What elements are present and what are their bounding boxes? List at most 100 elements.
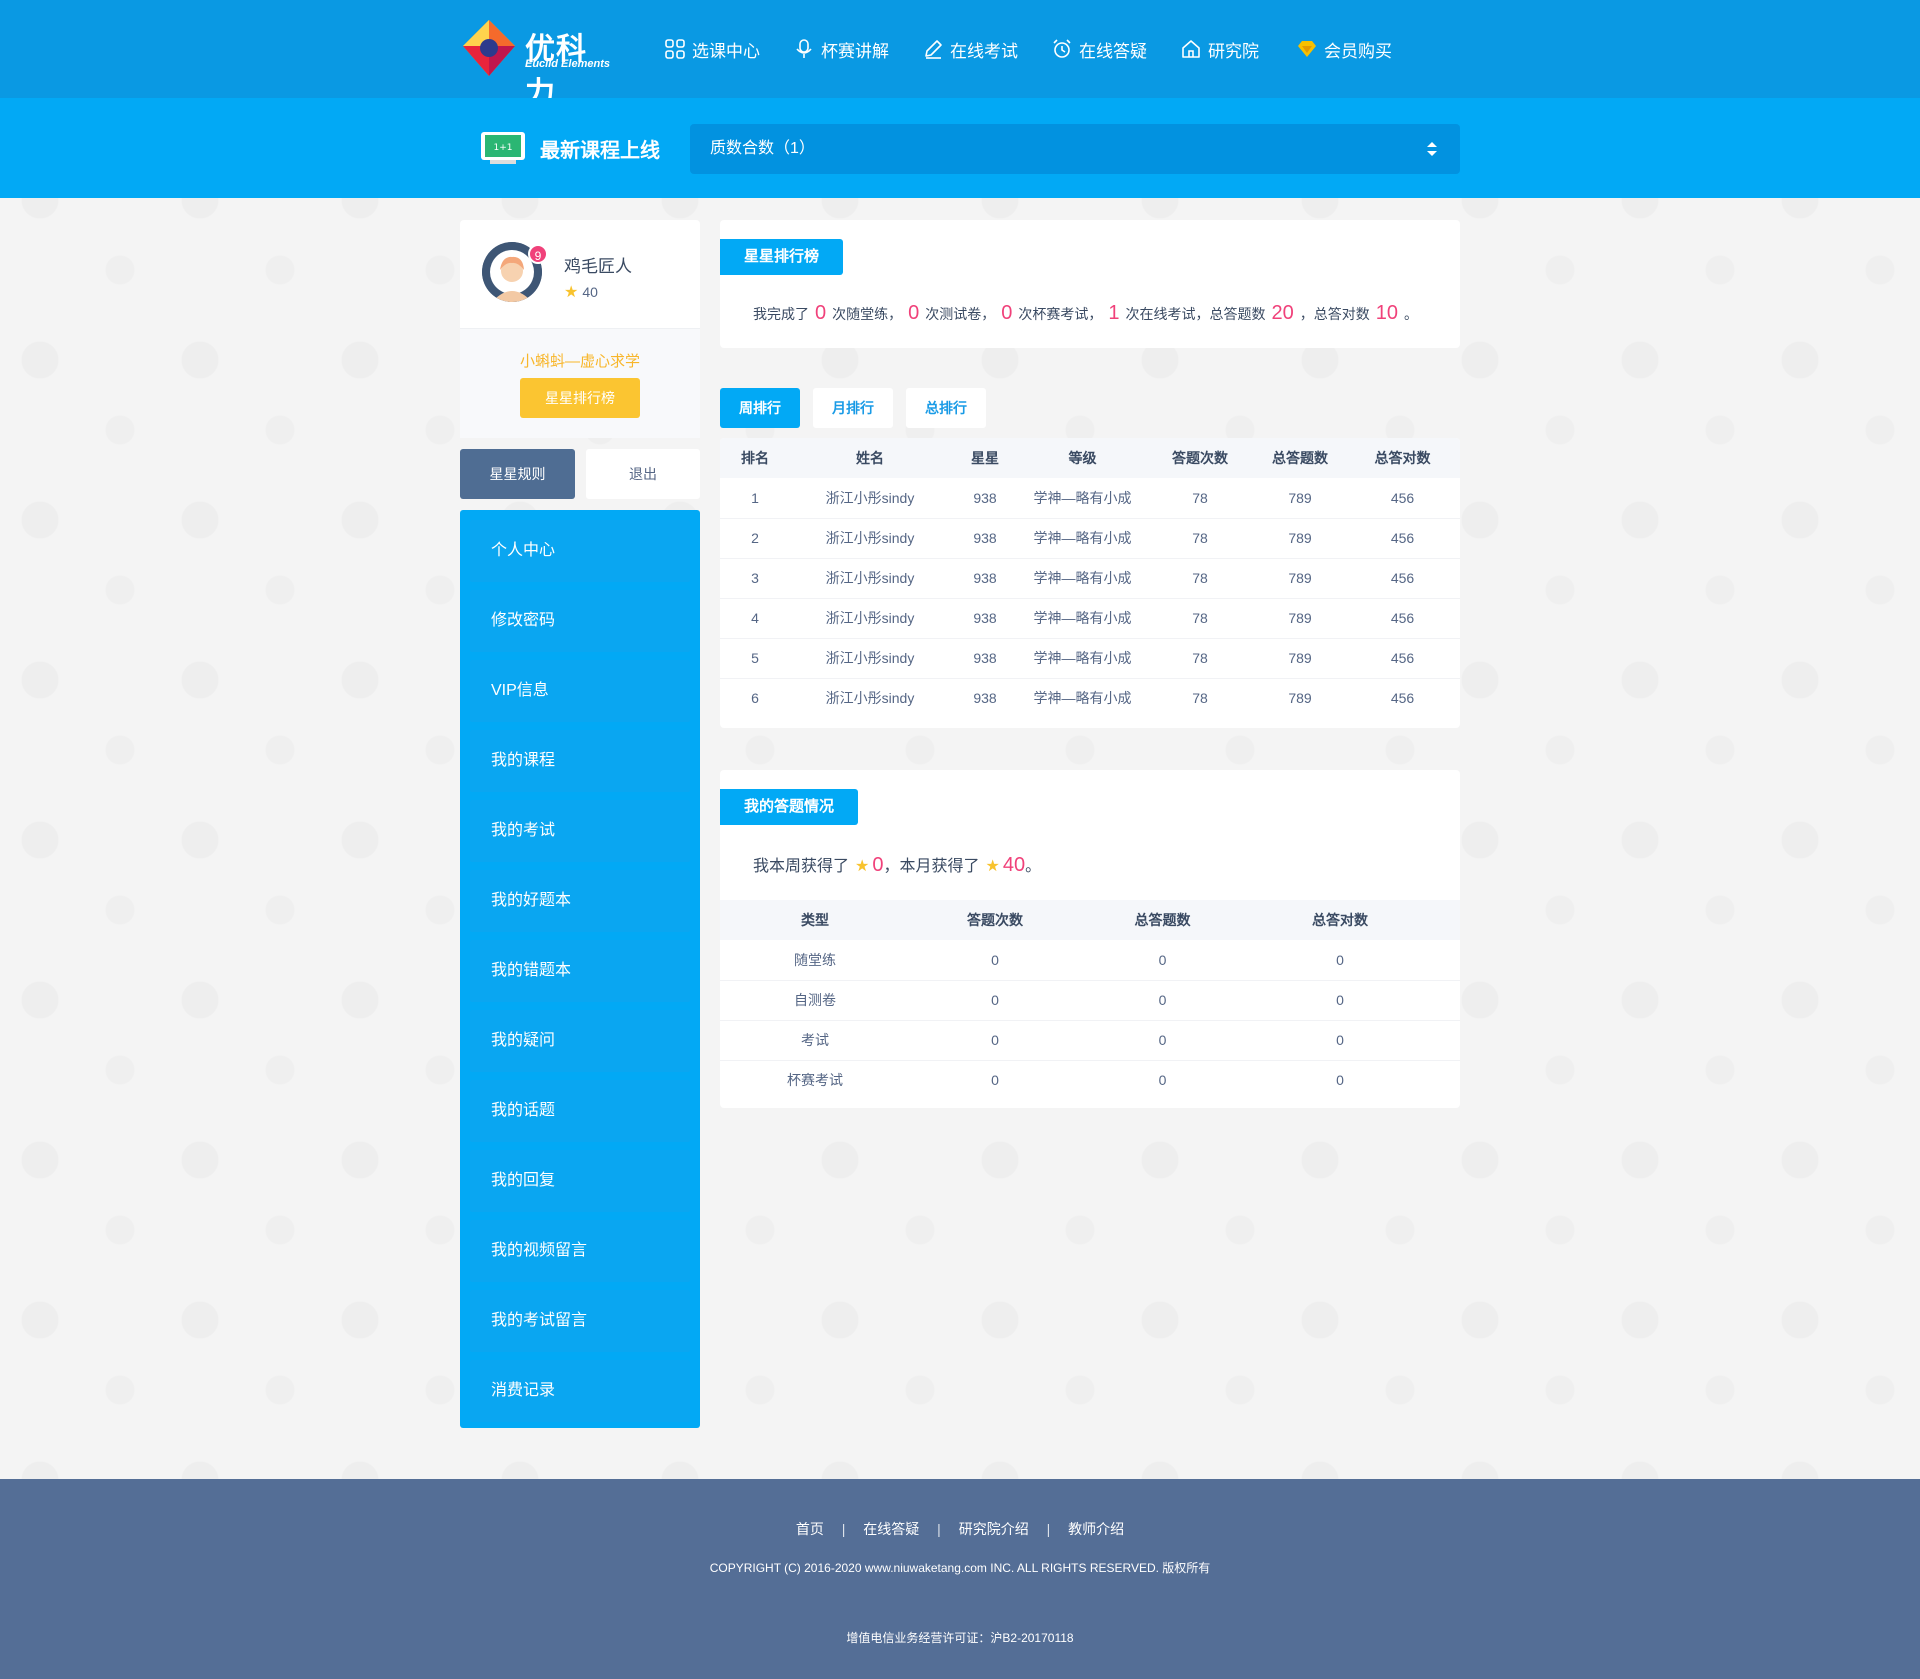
table-cell: 456	[1390, 690, 1415, 707]
diamond-icon	[1298, 41, 1316, 57]
table-cell: 浙江小彤sindy	[790, 638, 950, 679]
table-cell: 浙江小彤sindy	[790, 558, 950, 599]
table-cell: 学神—略有小成	[1020, 638, 1145, 679]
tab-total[interactable]: 总排行	[906, 388, 986, 428]
table-cell: 938	[950, 518, 1020, 559]
sidebar-item-video-comments[interactable]: 我的视频留言	[470, 1220, 690, 1282]
table-cell: 0	[910, 980, 1080, 1021]
nav-cup-explain[interactable]: 杯赛讲解	[793, 36, 889, 62]
column-header: 姓名	[790, 438, 950, 478]
table-cell: 浙江小彤sindy	[790, 518, 950, 559]
table-cell: 789	[1255, 558, 1345, 599]
summary-value: 0	[815, 302, 827, 324]
sidebar-item-personal-center[interactable]: 个人中心	[470, 520, 690, 582]
sidebar-item-purchase-records[interactable]: 消费记录	[470, 1360, 690, 1422]
course-select[interactable]: 质数合数（1）	[690, 124, 1460, 174]
sidebar-item-good-questions[interactable]: 我的好题本	[470, 870, 690, 932]
grid-icon	[665, 39, 685, 59]
table-cell: 938	[950, 558, 1020, 599]
table-cell-spacer	[1435, 940, 1460, 981]
summary-text: 我本周获得了	[753, 858, 850, 875]
nav-label: 研究院	[1208, 41, 1259, 61]
summary-text: 。	[1404, 306, 1418, 322]
table-cell: 789	[1255, 518, 1345, 559]
nav-label: 杯赛讲解	[821, 41, 889, 61]
sidebar-item-wrong-questions[interactable]: 我的错题本	[470, 940, 690, 1002]
sidebar-item-my-replies[interactable]: 我的回复	[470, 1150, 690, 1212]
table-cell: 78	[1145, 598, 1255, 639]
nav-online-qa[interactable]: 在线答疑	[1051, 36, 1147, 62]
column-header: 总答题数	[1255, 438, 1345, 478]
footer-link-online-qa[interactable]: 在线答疑	[863, 1521, 919, 1537]
sidebar-item-my-questions[interactable]: 我的疑问	[470, 1010, 690, 1072]
table-row: 4 浙江小彤sindy 938 学神—略有小成 78 789 456	[720, 598, 1460, 639]
house-icon	[1182, 40, 1200, 58]
table-cell: 学神—略有小成	[1020, 478, 1145, 519]
star-rules-button[interactable]: 星星规则	[460, 449, 575, 499]
column-header: 等级	[1020, 438, 1145, 478]
table-cell: 789	[1288, 690, 1312, 707]
footer-link-institute[interactable]: 研究院介绍	[959, 1521, 1029, 1537]
tab-monthly[interactable]: 月排行	[813, 388, 893, 428]
summary-text: 我完成了	[753, 306, 809, 322]
star-icon: ★	[564, 284, 579, 301]
table-cell: 0	[910, 1020, 1080, 1061]
table-cell: 0	[910, 940, 1080, 981]
table-row: 随堂练 0 0 0	[720, 940, 1460, 981]
footer-links: 首页 | 在线答疑 | 研究院介绍 | 教师介绍	[0, 1519, 1920, 1539]
nav-membership[interactable]: 会员购买	[1296, 36, 1392, 62]
sidebar-item-exam-comments[interactable]: 我的考试留言	[470, 1290, 690, 1352]
table-cell: 浙江小彤sindy	[790, 598, 950, 639]
week-stars: 0	[872, 854, 884, 876]
month-stars: 40	[1002, 854, 1026, 876]
table-cell: 938	[973, 690, 997, 707]
table-header-row: 排名 姓名 星星 等级 答题次数 总答题数 总答对数	[720, 438, 1460, 478]
column-header: 星星	[950, 438, 1020, 478]
summary-text: 次在线考试，总答题数	[1125, 306, 1266, 322]
table-cell: 学神—略有小成	[1020, 558, 1145, 599]
footer-link-home[interactable]: 首页	[796, 1521, 824, 1537]
table-row: 2 浙江小彤sindy 938 学神—略有小成 78 789 456	[720, 518, 1460, 559]
table-cell: 5	[720, 638, 790, 679]
sidebar-item-my-exams[interactable]: 我的考试	[470, 800, 690, 862]
tab-weekly[interactable]: 周排行	[720, 388, 800, 428]
sidebar-item-vip-info[interactable]: VIP信息	[470, 660, 690, 722]
summary-value: 0	[908, 302, 920, 324]
table-row: 杯赛考试 0 0 0	[720, 1060, 1460, 1100]
table-cell: 789	[1255, 598, 1345, 639]
table-cell: 0	[1245, 1020, 1435, 1061]
ranking-tabs: 周排行 月排行 总排行	[720, 388, 999, 428]
footer-separator: |	[841, 1521, 846, 1537]
notification-badge[interactable]: 9	[528, 244, 548, 264]
logout-button[interactable]: 退出	[586, 449, 700, 499]
select-arrows-icon	[1427, 142, 1437, 156]
star-icon: ★	[985, 858, 1000, 875]
latest-course-bar: 1+1 最新课程上线 质数合数（1）	[0, 98, 1920, 198]
table-row: 6 浙江小彤sindy 938 学神—略有小成 78 789 456	[720, 678, 1460, 718]
table-cell: 456	[1345, 478, 1460, 519]
table-row: 自测卷 0 0 0	[720, 980, 1460, 1021]
nav-course-center[interactable]: 选课中心	[664, 36, 760, 62]
star-icon: ★	[855, 858, 870, 875]
star-ranking-button[interactable]: 星星排行榜	[520, 378, 640, 418]
summary-text: ，本月获得了	[883, 858, 980, 875]
profile-card: 9 鸡毛匠人 ★ 40 小蝌蚪—虚心求学 星星排行榜	[460, 220, 700, 438]
column-header-spacer	[1435, 900, 1460, 940]
summary-text: 次杯赛考试，	[1018, 306, 1103, 322]
table-cell: 456	[1345, 518, 1460, 559]
sidebar-item-change-password[interactable]: 修改密码	[470, 590, 690, 652]
table-cell: 自测卷	[720, 980, 910, 1021]
table-cell: 1	[720, 478, 790, 519]
sidebar-item-my-topics[interactable]: 我的话题	[470, 1080, 690, 1142]
column-header: 总答题数	[1080, 900, 1245, 940]
footer-link-teachers[interactable]: 教师介绍	[1068, 1521, 1124, 1537]
sidebar-item-my-courses[interactable]: 我的课程	[470, 730, 690, 792]
table-cell: 456	[1345, 638, 1460, 679]
table-cell: 浙江小彤sindy	[825, 690, 915, 707]
ranking-summary-panel: 星星排行榜 我完成了 0 次随堂练， 0 次测试卷， 0 次杯赛考试， 1 次在…	[720, 220, 1460, 348]
nav-online-exam[interactable]: 在线考试	[922, 36, 1018, 62]
table-cell: 6	[751, 690, 759, 707]
column-header: 类型	[720, 900, 910, 940]
nav-institute[interactable]: 研究院	[1180, 36, 1259, 62]
summary-value: 10	[1375, 302, 1398, 324]
